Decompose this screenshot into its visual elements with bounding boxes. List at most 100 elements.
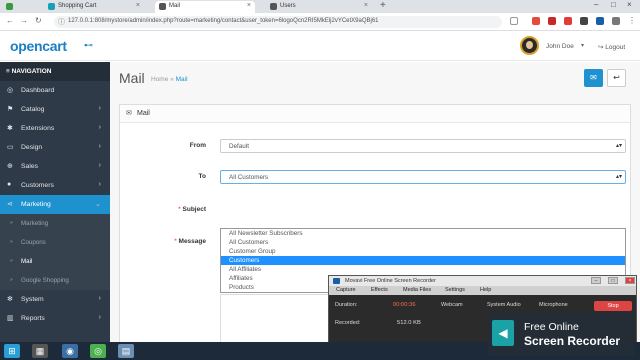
chevron-right-icon: ›: [98, 105, 101, 112]
url-input[interactable]: ⓘ 127.0.0.1:808/mystore/admin/index.php?…: [54, 16, 502, 28]
sidebar-subitem-google-shopping[interactable]: » Google Shopping: [0, 271, 110, 290]
menu-effects[interactable]: Effects: [371, 287, 388, 293]
browser-tab-strip: Shopping Cart × Mail × Users × + – □ ×: [0, 0, 640, 13]
sidebar-item-marketing[interactable]: ⋖ Marketing ⌄: [0, 195, 110, 214]
address-bar-row: ← → ↻ ⓘ 127.0.0.1:808/mystore/admin/inde…: [0, 13, 640, 31]
taskbar-app-icon[interactable]: ◉: [62, 344, 78, 358]
sidebar-item-dashboard[interactable]: ◎ Dashboard: [0, 81, 110, 100]
extension-icon[interactable]: [548, 17, 556, 25]
send-button[interactable]: ✉: [584, 69, 603, 87]
sidebar-subitem-marketing[interactable]: » Marketing: [0, 214, 110, 233]
forward-icon[interactable]: →: [20, 16, 28, 25]
close-icon[interactable]: ×: [136, 2, 140, 9]
extension-icon[interactable]: [580, 17, 588, 25]
chevron-right-icon: ›: [98, 181, 101, 188]
menu-media-files[interactable]: Media Files: [403, 287, 431, 293]
reload-icon[interactable]: ↻: [35, 16, 42, 25]
breadcrumb-separator: »: [170, 76, 174, 83]
opencart-logo[interactable]: opencart: [10, 38, 67, 54]
sidebar-item-extensions[interactable]: ✱ Extensions ›: [0, 119, 110, 138]
browser-tab-0[interactable]: [2, 1, 20, 13]
page-title: Mail: [119, 70, 145, 86]
duration-label: Duration:: [335, 302, 358, 308]
avatar[interactable]: [520, 36, 539, 55]
close-icon[interactable]: ×: [247, 2, 251, 9]
sidebar-item-system[interactable]: ✻ System ›: [0, 290, 110, 309]
start-icon[interactable]: ⊞: [4, 344, 20, 358]
option-customers[interactable]: Customers: [221, 256, 625, 265]
info-icon: ⓘ: [58, 19, 65, 26]
recorded-label: Recorded:: [335, 320, 361, 326]
sidebar-item-sales[interactable]: ⊕ Sales ›: [0, 157, 110, 176]
option-all-customers[interactable]: All Customers: [221, 238, 625, 247]
maximize-icon[interactable]: □: [608, 277, 618, 284]
menu-settings[interactable]: Settings: [445, 287, 465, 293]
to-label: To: [198, 173, 206, 180]
sidebar-item-design[interactable]: ▭ Design ›: [0, 138, 110, 157]
browser-tab-shopping-cart[interactable]: Shopping Cart ×: [44, 1, 144, 13]
navigation-heading: ≡ NAVIGATION: [0, 62, 110, 81]
minimize-icon[interactable]: –: [594, 0, 598, 9]
user-icon: ●: [7, 181, 12, 188]
from-label: From: [189, 142, 206, 149]
bookmark-star-icon[interactable]: [510, 17, 518, 25]
chevron-right-icon: ›: [98, 143, 101, 150]
extension-icon[interactable]: [532, 17, 540, 25]
system-audio-tab[interactable]: System Audio: [487, 302, 521, 308]
menu-help[interactable]: Help: [480, 287, 491, 293]
stop-button[interactable]: Stop: [594, 301, 632, 311]
taskbar-app-icon[interactable]: ▤: [118, 344, 134, 358]
tab-title: Shopping Cart: [58, 3, 97, 9]
extension-icon[interactable]: [564, 17, 572, 25]
recorder-watermark: ◀ Free Online Screen Recorder: [488, 312, 634, 356]
maximize-icon[interactable]: □: [611, 0, 616, 9]
angle-double-right-icon: »: [10, 258, 13, 264]
option-all-newsletter-subscribers[interactable]: All Newsletter Subscribers: [221, 229, 625, 238]
option-all-affiliates[interactable]: All Affiliates: [221, 265, 625, 274]
tab-favicon-icon: [159, 3, 166, 10]
browser-tab-users[interactable]: Users ×: [266, 1, 372, 13]
logout-link[interactable]: ↪ Logout: [598, 43, 625, 51]
tab-favicon-icon: [48, 3, 55, 10]
user-name[interactable]: John Doe: [546, 43, 574, 50]
sidebar-item-reports[interactable]: ▥ Reports ›: [0, 309, 110, 328]
breadcrumb: Home » Mail: [151, 76, 188, 83]
chevron-right-icon: ›: [98, 162, 101, 169]
close-icon[interactable]: ×: [625, 277, 635, 284]
angle-double-right-icon: »: [10, 220, 13, 226]
close-icon[interactable]: ×: [364, 2, 368, 9]
angle-double-right-icon: »: [10, 277, 13, 283]
option-customer-group[interactable]: Customer Group: [221, 247, 625, 256]
microphone-tab[interactable]: Microphone: [539, 302, 568, 308]
dashboard-icon: ◎: [7, 87, 14, 94]
recorded-value: 512.0 KB: [397, 320, 421, 326]
sidebar-item-customers[interactable]: ● Customers ›: [0, 176, 110, 195]
from-select[interactable]: Default ▴▾: [220, 139, 626, 153]
webcam-tab[interactable]: Webcam: [441, 302, 463, 308]
menu-capture[interactable]: Capture: [336, 287, 356, 293]
cancel-button[interactable]: ↩: [607, 69, 626, 87]
extension-icon[interactable]: [612, 17, 620, 25]
puzzle-icon: ✱: [7, 125, 13, 132]
tag-icon: ⚑: [7, 106, 14, 113]
taskbar-app-icon[interactable]: ▦: [32, 344, 48, 358]
sidebar-item-catalog[interactable]: ⚑ Catalog ›: [0, 100, 110, 119]
watermark-line2: Screen Recorder: [524, 334, 621, 348]
back-icon[interactable]: ←: [6, 16, 14, 25]
browser-tab-mail[interactable]: Mail ×: [155, 1, 255, 13]
chrome-icon[interactable]: ◎: [90, 344, 106, 358]
menu-dots-icon[interactable]: ⋮: [628, 16, 636, 25]
new-tab-button[interactable]: +: [380, 0, 386, 11]
to-select[interactable]: All Customers ▴▾: [220, 170, 626, 184]
sidebar-subitem-coupons[interactable]: » Coupons: [0, 233, 110, 252]
chevron-down-icon[interactable]: ▾: [581, 42, 584, 49]
breadcrumb-home[interactable]: Home: [151, 76, 168, 83]
sidebar-subitem-mail[interactable]: » Mail: [0, 252, 110, 271]
extension-icon[interactable]: [596, 17, 604, 25]
breadcrumb-current[interactable]: Mail: [176, 76, 188, 83]
minimize-icon[interactable]: –: [591, 277, 601, 284]
window-close-icon[interactable]: ×: [627, 0, 632, 9]
chevron-right-icon: ›: [98, 124, 101, 131]
speaker-icon: ◀: [492, 320, 514, 346]
select-caret-icon: ▴▾: [615, 143, 622, 149]
